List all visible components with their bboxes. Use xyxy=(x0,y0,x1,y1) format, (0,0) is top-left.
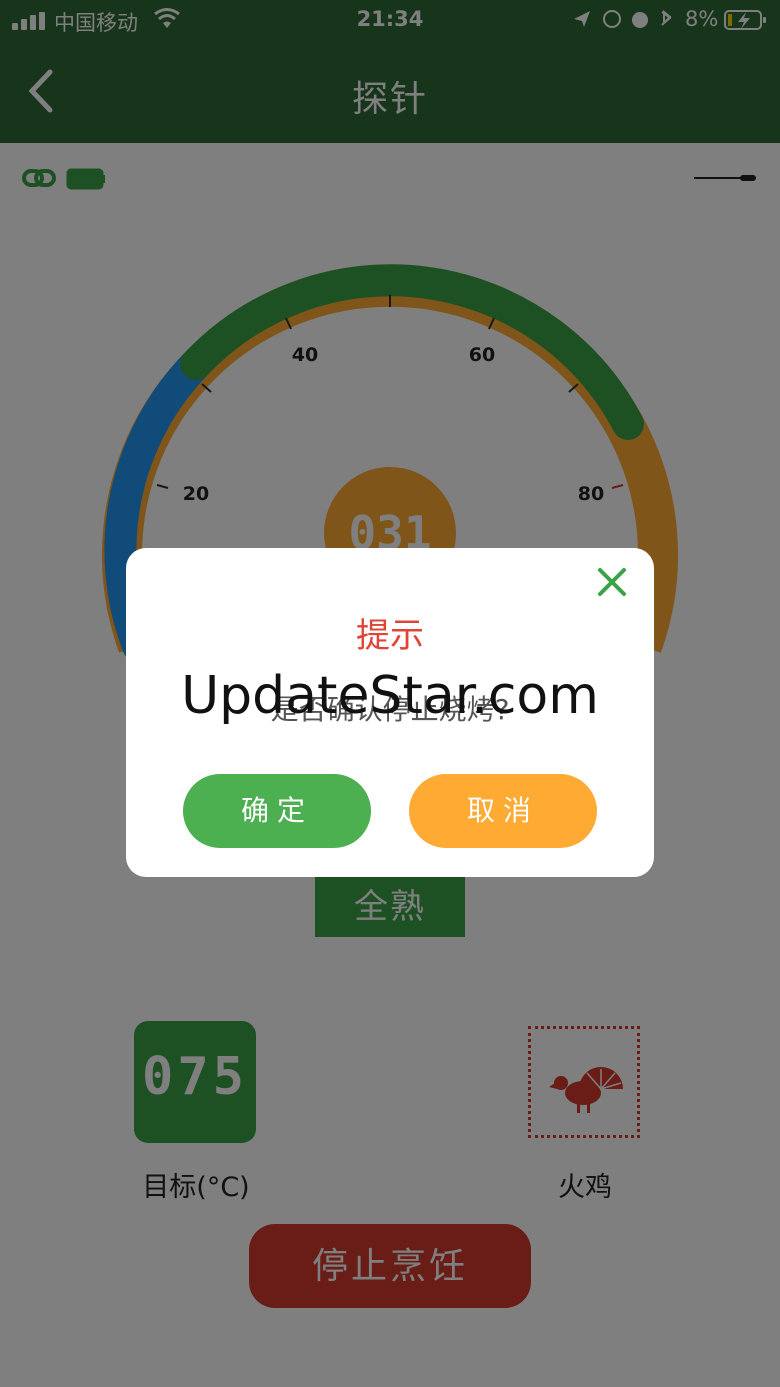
confirm-dialog: 提示 是否确认停止烧烤? UpdateStar.com 确定 取消 xyxy=(126,548,654,877)
confirm-button[interactable]: 确定 xyxy=(183,774,371,848)
cancel-button[interactable]: 取消 xyxy=(409,774,597,848)
close-icon[interactable] xyxy=(594,564,630,600)
watermark-text: UpdateStar.com xyxy=(181,666,599,726)
dialog-title: 提示 xyxy=(356,616,424,656)
